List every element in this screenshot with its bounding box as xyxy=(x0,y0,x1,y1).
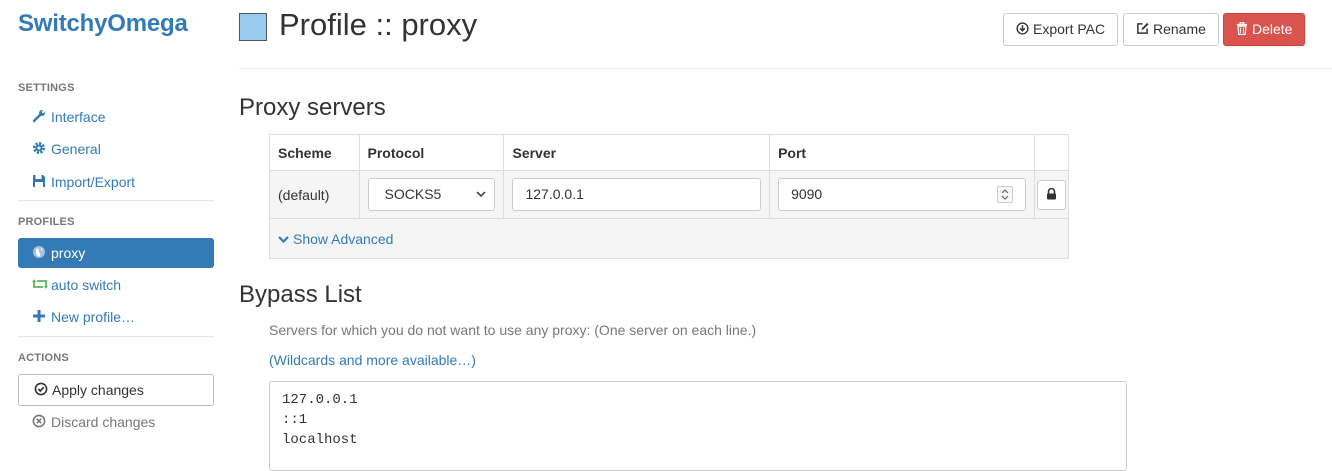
lock-icon xyxy=(1046,187,1057,203)
gear-icon xyxy=(32,135,46,165)
header-divider xyxy=(239,68,1332,69)
settings-header: SETTINGS xyxy=(18,82,75,94)
table-header-row: Scheme Protocol Server Port xyxy=(269,134,1070,171)
column-header-protocol: Protocol xyxy=(358,134,505,171)
divider xyxy=(18,336,214,337)
column-header-server: Server xyxy=(503,134,771,171)
bypass-line: 127.0.0.1 xyxy=(282,392,358,408)
table-footer-row: Show Advanced xyxy=(269,218,1069,259)
download-circle-icon xyxy=(1016,15,1029,46)
page-title: Profile :: proxy xyxy=(279,7,478,42)
chevron-down-icon xyxy=(278,231,289,247)
protocol-select-value: SOCKS5 xyxy=(384,186,442,202)
column-header-scheme: Scheme xyxy=(269,134,360,171)
server-cell: 127.0.0.1 xyxy=(503,170,771,219)
retweet-icon xyxy=(32,271,48,301)
divider xyxy=(18,200,214,201)
sidebar: SwitchyOmega SETTINGS Interface General … xyxy=(0,0,230,458)
column-header-actions xyxy=(1033,134,1070,171)
sidebar-item-auto-switch[interactable]: auto switch xyxy=(18,270,214,300)
delete-button[interactable]: Delete xyxy=(1223,13,1306,46)
rename-button[interactable]: Rename xyxy=(1123,13,1219,46)
auth-cell xyxy=(1033,170,1070,219)
edit-icon xyxy=(1136,15,1149,46)
port-input-value: 9090 xyxy=(791,186,823,202)
brand-title: SwitchyOmega xyxy=(18,10,188,37)
export-pac-button[interactable]: Export PAC xyxy=(1003,13,1119,46)
server-input-value: 127.0.0.1 xyxy=(525,186,584,202)
proxy-servers-title: Proxy servers xyxy=(239,94,386,121)
check-circle-icon xyxy=(34,376,48,406)
server-input[interactable]: 127.0.0.1 xyxy=(512,178,762,211)
apply-changes-button[interactable]: Apply changes xyxy=(18,374,214,406)
sidebar-item-label: General xyxy=(51,141,101,157)
chevron-down-icon xyxy=(475,179,486,223)
sidebar-item-general[interactable]: General xyxy=(18,134,214,164)
trash-icon xyxy=(1236,15,1248,46)
show-advanced-label: Show Advanced xyxy=(293,230,394,247)
port-input[interactable]: 9090 xyxy=(778,178,1026,211)
sidebar-item-interface[interactable]: Interface xyxy=(18,102,214,132)
sidebar-item-proxy[interactable]: proxy xyxy=(18,238,214,268)
rename-label: Rename xyxy=(1153,21,1206,37)
wrench-icon xyxy=(32,103,46,133)
protocol-select[interactable]: SOCKS5 xyxy=(367,178,495,211)
auth-lock-button[interactable] xyxy=(1036,179,1066,210)
close-circle-icon xyxy=(32,408,46,438)
sidebar-item-new-profile[interactable]: New profile… xyxy=(18,302,214,332)
sidebar-item-label: proxy xyxy=(51,245,86,261)
proxy-servers-table: Scheme Protocol Server Port (default) SO… xyxy=(269,134,1070,259)
port-stepper[interactable] xyxy=(996,186,1013,203)
apply-changes-label: Apply changes xyxy=(52,382,144,398)
discard-changes-label: Discard changes xyxy=(51,414,156,430)
plus-icon xyxy=(32,303,46,333)
bypass-list-title: Bypass List xyxy=(239,281,362,308)
bypass-help-text: Servers for which you do not want to use… xyxy=(269,322,757,338)
bypass-line: localhost xyxy=(282,432,358,448)
wildcards-link[interactable]: (Wildcards and more available…) xyxy=(269,352,476,368)
export-pac-label: Export PAC xyxy=(1033,21,1106,37)
sidebar-item-label: Import/Export xyxy=(51,174,136,190)
delete-label: Delete xyxy=(1252,21,1293,37)
discard-changes-button[interactable]: Discard changes xyxy=(18,407,214,437)
actions-header: ACTIONS xyxy=(18,352,69,364)
sidebar-item-label: Interface xyxy=(51,109,106,125)
bypass-line: ::1 xyxy=(282,412,308,428)
globe-icon xyxy=(32,239,46,269)
scheme-cell: (default) xyxy=(269,170,360,219)
sidebar-item-import-export[interactable]: Import/Export xyxy=(18,167,214,197)
sidebar-item-label: New profile… xyxy=(51,309,136,325)
save-icon xyxy=(32,168,46,198)
port-cell: 9090 xyxy=(769,170,1035,219)
sidebar-item-label: auto switch xyxy=(51,277,122,293)
profiles-header: PROFILES xyxy=(18,216,75,228)
profile-color-swatch[interactable] xyxy=(239,13,267,41)
column-header-port: Port xyxy=(769,134,1035,171)
table-row: (default) SOCKS5 127.0.0.1 9090 xyxy=(269,170,1070,219)
show-advanced-cell: Show Advanced xyxy=(269,218,1069,259)
protocol-cell: SOCKS5 xyxy=(358,170,505,219)
show-advanced-link[interactable]: Show Advanced xyxy=(278,231,393,247)
